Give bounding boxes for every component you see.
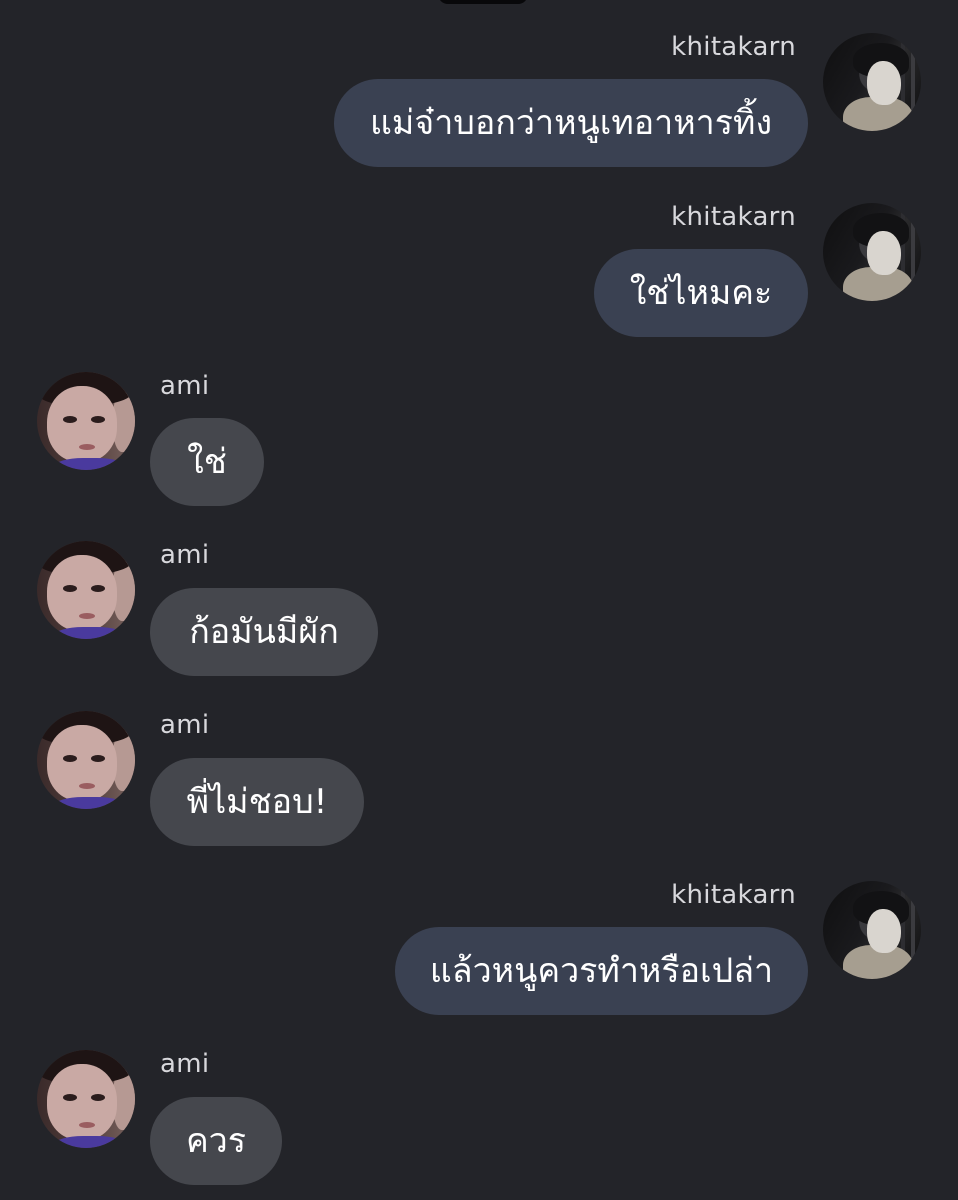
avatar[interactable] bbox=[37, 372, 135, 470]
message-bubble[interactable]: ก้อมันมีผัก bbox=[150, 588, 378, 676]
avatar[interactable] bbox=[823, 881, 921, 979]
sender-name: khitakarn bbox=[671, 202, 796, 232]
avatar[interactable] bbox=[823, 33, 921, 131]
sender-name: ami bbox=[160, 710, 210, 740]
avatar[interactable] bbox=[823, 203, 921, 301]
message-bubble[interactable]: พี่ไม่ชอบ! bbox=[150, 758, 364, 846]
sender-name: khitakarn bbox=[671, 32, 796, 62]
message-bubble[interactable]: ใช่ไหมคะ bbox=[594, 249, 808, 337]
message-bubble[interactable]: แม่จ๋าบอกว่าหนูเทอาหารทิ้ง bbox=[334, 79, 808, 167]
message-bubble[interactable]: ควร bbox=[150, 1097, 282, 1185]
message-bubble[interactable]: แล้วหนูควรทำหรือเปล่า bbox=[395, 927, 808, 1015]
sender-name: khitakarn bbox=[671, 880, 796, 910]
message-bubble[interactable]: ใช่ bbox=[150, 418, 264, 506]
chat-screen: khitakarn แม่จ๋าบอกว่าหนูเทอาหารทิ้ง khi… bbox=[0, 0, 958, 1200]
avatar[interactable] bbox=[37, 1050, 135, 1148]
sender-name: ami bbox=[160, 1049, 210, 1079]
sender-name: ami bbox=[160, 371, 210, 401]
avatar[interactable] bbox=[37, 711, 135, 809]
avatar[interactable] bbox=[37, 541, 135, 639]
sender-name: ami bbox=[160, 540, 210, 570]
camera-notch bbox=[438, 0, 528, 4]
